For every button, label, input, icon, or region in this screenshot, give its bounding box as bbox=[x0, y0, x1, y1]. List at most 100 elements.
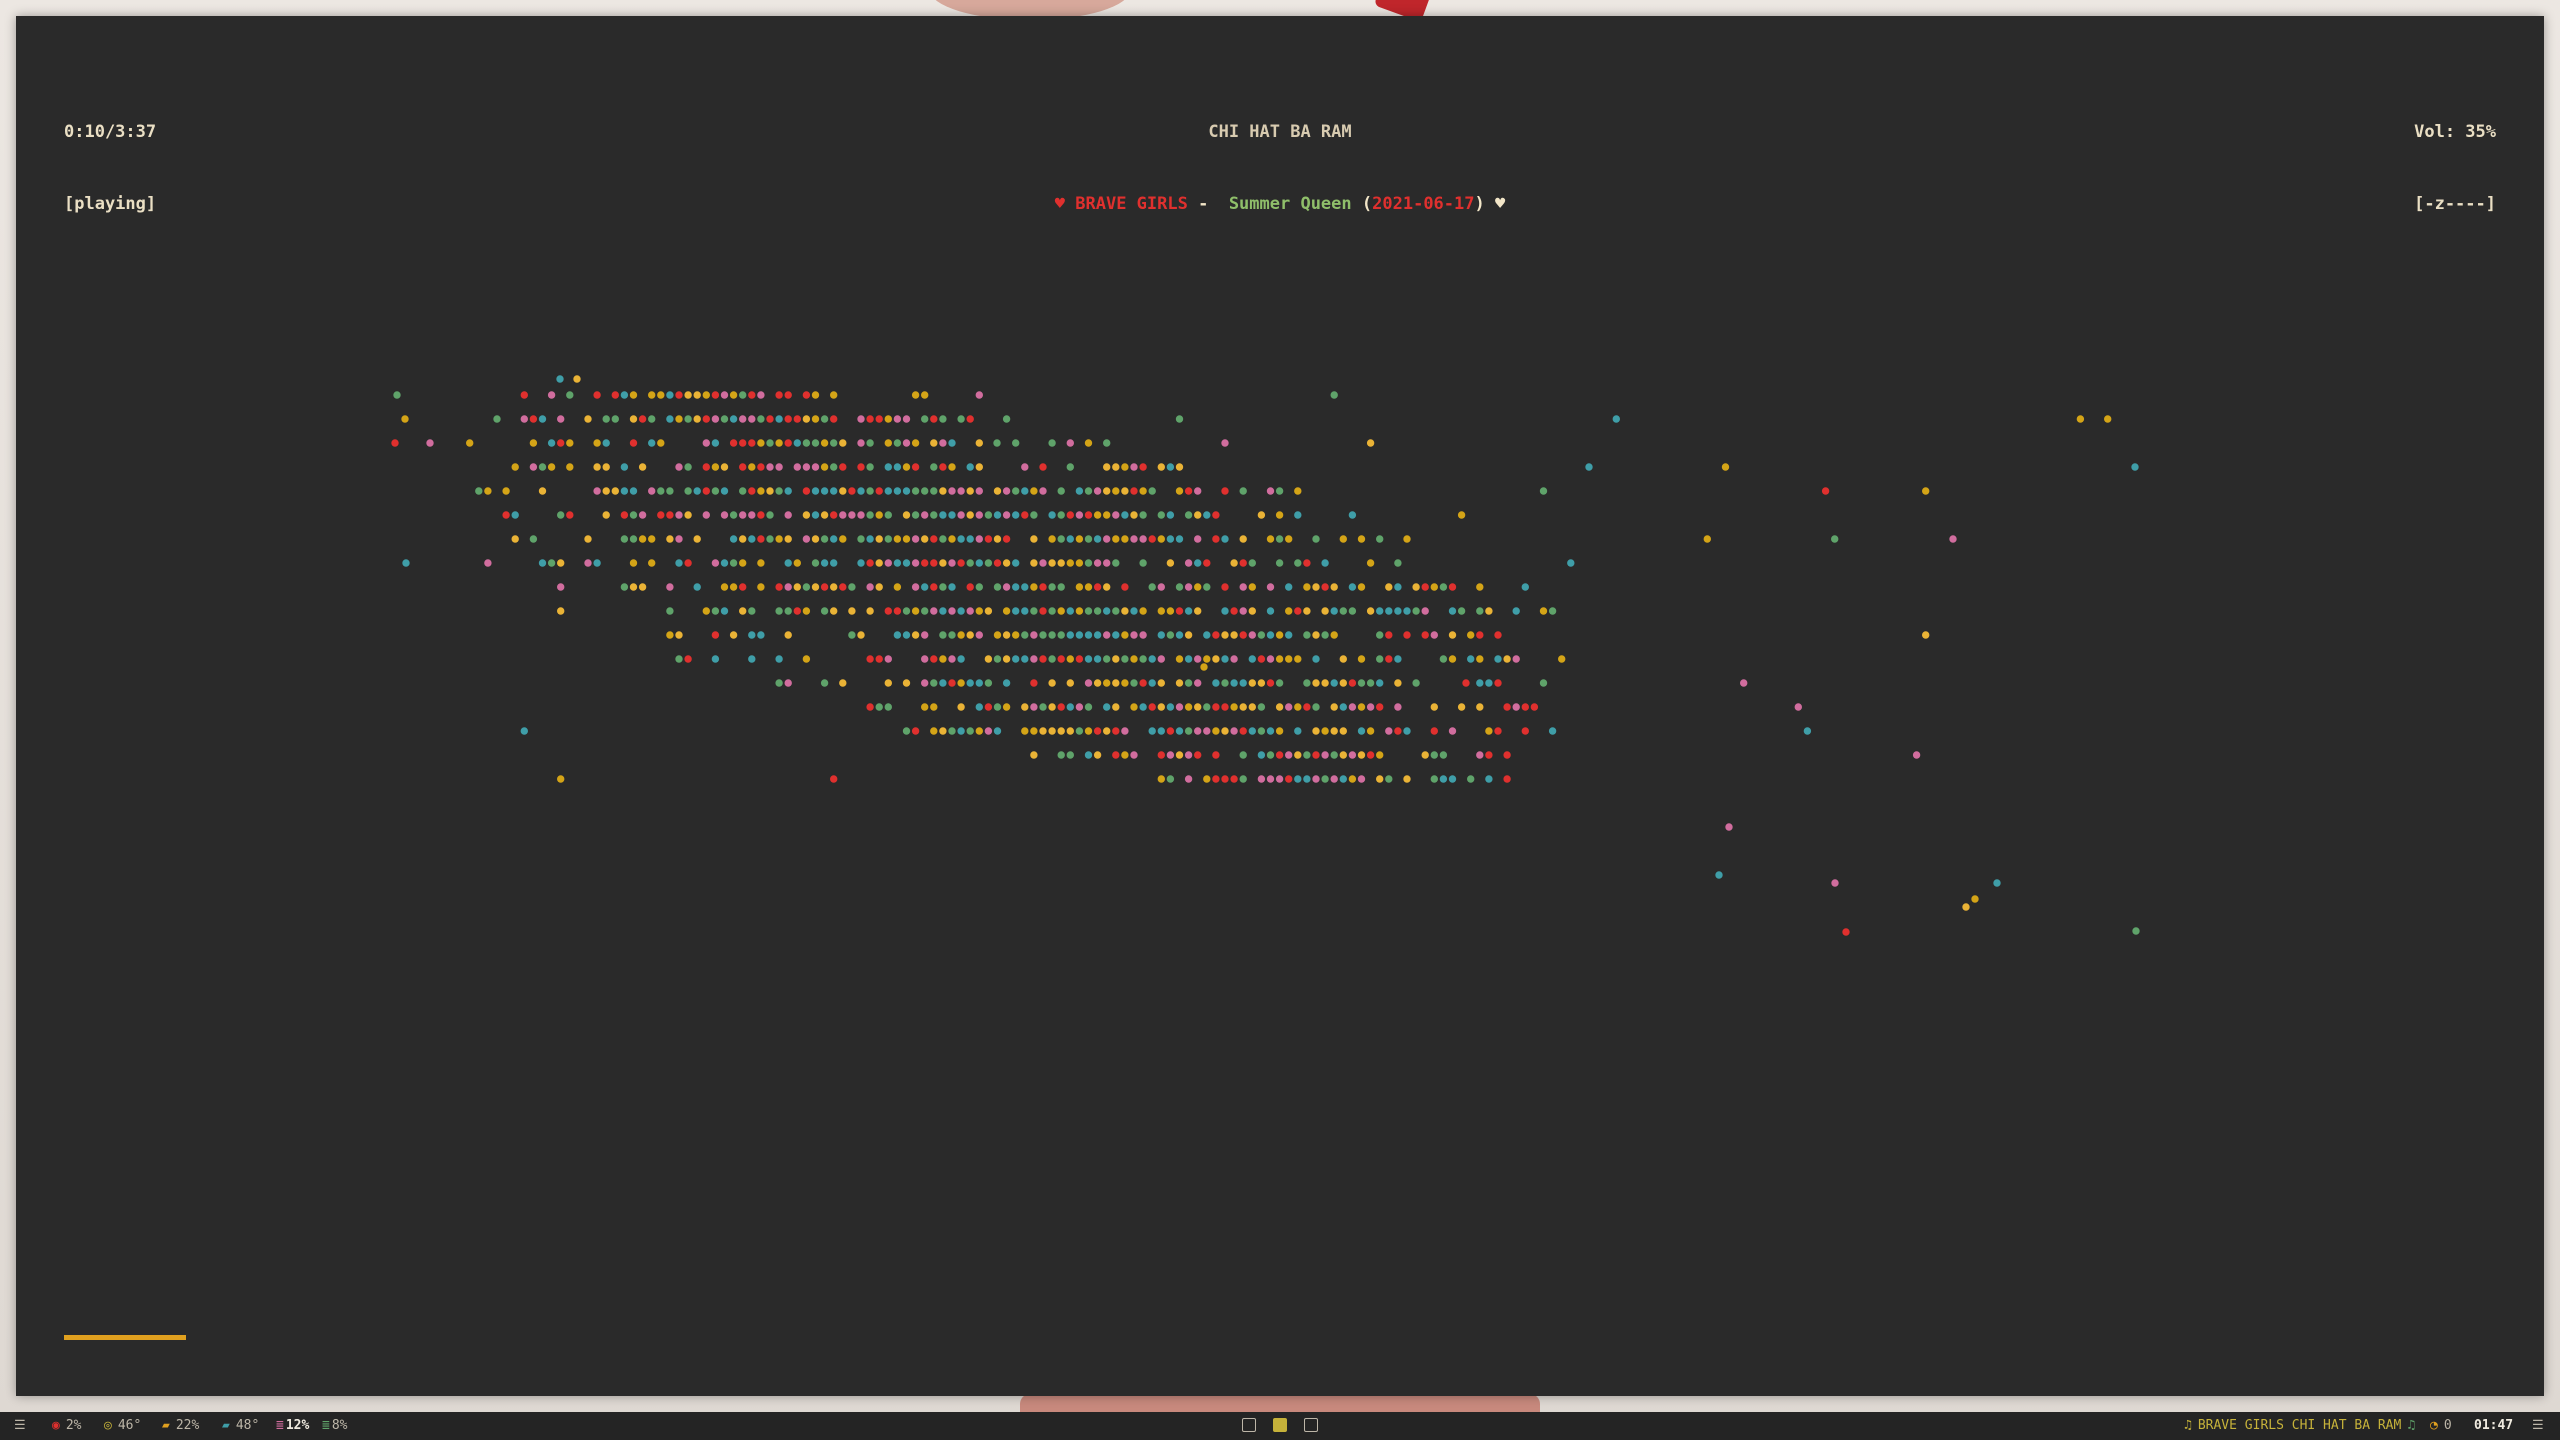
visualizer-dot bbox=[1321, 727, 1329, 735]
visualizer-dot bbox=[566, 511, 574, 519]
visualizer-dot bbox=[748, 655, 756, 663]
disk2-widget[interactable]: ≣ 8% bbox=[322, 1417, 347, 1435]
visualizer-dot bbox=[1740, 679, 1748, 687]
disk1-widget[interactable]: ≣ 12% bbox=[276, 1417, 309, 1435]
visualizer-dot bbox=[1294, 655, 1302, 663]
workspace-3[interactable] bbox=[1304, 1418, 1318, 1432]
visualizer-dot bbox=[948, 607, 956, 615]
visualizer-dot bbox=[1121, 463, 1129, 471]
visualizer-dot bbox=[657, 391, 665, 399]
visualizer-dot bbox=[948, 655, 956, 663]
visualizer-dot bbox=[1339, 727, 1348, 735]
visualizer-dot bbox=[1467, 775, 1475, 783]
visualizer-dot bbox=[1266, 751, 1275, 759]
visualizer-dot bbox=[1194, 487, 1202, 495]
visualizer-dot bbox=[1294, 703, 1302, 711]
progress-bar[interactable] bbox=[64, 1335, 2496, 1340]
visualizer-dot bbox=[1257, 775, 1266, 783]
visualizer-dot bbox=[1294, 607, 1302, 615]
menu-icon[interactable]: ☰ bbox=[14, 1417, 26, 1435]
visualizer-dot bbox=[975, 727, 983, 735]
menu-icon[interactable]: ☰ bbox=[2532, 1417, 2544, 1435]
visualizer-dot bbox=[1103, 679, 1111, 687]
visualizer-dot bbox=[857, 439, 865, 447]
visualizer-dot bbox=[1112, 679, 1120, 687]
visualizer-dot bbox=[784, 391, 792, 399]
visualizer-dot bbox=[1539, 487, 1548, 495]
music-visualizer-window[interactable]: 0:10/3:37 [playing] CHI HAT BA RAM ♥ BRA… bbox=[16, 16, 2544, 1396]
visualizer-dot bbox=[1075, 535, 1084, 543]
visualizer-dot bbox=[784, 559, 792, 567]
visualizer-dot bbox=[666, 511, 674, 519]
visualizer-dot bbox=[1166, 775, 1175, 783]
visualizer-dot bbox=[1194, 607, 1202, 615]
visualizer-dot bbox=[1303, 583, 1311, 591]
visualizer-dot bbox=[1148, 703, 1156, 711]
visualizer-dot bbox=[1200, 663, 1208, 671]
cpu-temp-widget[interactable]: ◎ 46° bbox=[104, 1417, 141, 1435]
now-playing-widget[interactable]: ♫ BRAVE GIRLS CHI HAT BA RAM ♫ bbox=[2184, 1417, 2415, 1435]
visualizer-dot bbox=[1312, 775, 1320, 783]
visualizer-dot bbox=[839, 583, 847, 591]
visualizer-dot bbox=[775, 679, 783, 687]
visualizer-dot bbox=[1112, 511, 1120, 519]
visualizer-dot bbox=[1821, 487, 1830, 495]
visualizer-dot bbox=[1394, 607, 1402, 615]
visualizer-dot bbox=[1184, 655, 1193, 663]
visualizer-dot bbox=[948, 463, 956, 471]
workspace-2[interactable] bbox=[1273, 1418, 1287, 1432]
visualizer-dot bbox=[1294, 511, 1302, 519]
visualizer-dot bbox=[811, 559, 820, 567]
workspace-1[interactable] bbox=[1242, 1418, 1256, 1432]
visualizer-dot bbox=[602, 463, 610, 471]
visualizer-dot bbox=[1203, 727, 1211, 735]
cpu-widget[interactable]: ◉ 2% bbox=[52, 1417, 81, 1435]
visualizer-dot bbox=[784, 511, 792, 519]
visualizer-dot bbox=[684, 487, 692, 495]
visualizer-dot bbox=[1184, 703, 1193, 711]
visualizer-dot bbox=[820, 607, 829, 615]
notification-count: 0 bbox=[2443, 1418, 2452, 1433]
visualizer-dot bbox=[556, 375, 564, 383]
visualizer-dot bbox=[1485, 607, 1493, 615]
visualizer-dot bbox=[1715, 871, 1723, 879]
visualizer-dot bbox=[629, 439, 638, 447]
visualizer-dot bbox=[793, 559, 801, 567]
visualizer-dot bbox=[1212, 679, 1220, 687]
visualizer-dot bbox=[593, 559, 601, 567]
visualizer-dot bbox=[1275, 775, 1284, 783]
visualizer-dot bbox=[1357, 583, 1366, 591]
visualizer-dot bbox=[511, 535, 519, 543]
visualizer-dot bbox=[1148, 679, 1156, 687]
visualizer-dot bbox=[1112, 631, 1120, 639]
visualizer-dot bbox=[602, 439, 610, 447]
music-icon: ♫ bbox=[2184, 1418, 2192, 1433]
visualizer-dot bbox=[702, 487, 710, 495]
visualizer-dot bbox=[1002, 415, 1011, 423]
visualizer-dot bbox=[830, 439, 838, 447]
visualizer-dot bbox=[866, 439, 874, 447]
notification-widget[interactable]: ◔ 0 bbox=[2430, 1417, 2452, 1435]
gpu-temp-widget[interactable]: ▰ 48° bbox=[222, 1417, 259, 1435]
visualizer-dot bbox=[1039, 631, 1047, 639]
visualizer-dot bbox=[1048, 655, 1056, 663]
visualizer-dot bbox=[1239, 679, 1247, 687]
visualizer-dot bbox=[1175, 751, 1184, 759]
visualizer-dot bbox=[857, 511, 865, 519]
visualizer-dot bbox=[757, 439, 765, 447]
visualizer-dot bbox=[1084, 439, 1093, 447]
visualizer-dot bbox=[1166, 559, 1175, 567]
visualizer-dot bbox=[1021, 703, 1029, 711]
visualizer-dot bbox=[1166, 631, 1175, 639]
visualizer-dot bbox=[638, 535, 647, 543]
visualizer-dot bbox=[984, 607, 993, 615]
visualizer-dot bbox=[957, 535, 965, 543]
ram-widget[interactable]: ▰ 22% bbox=[162, 1417, 199, 1435]
visualizer-dot bbox=[620, 535, 629, 543]
visualizer-dot bbox=[1321, 583, 1329, 591]
visualizer-dot bbox=[1130, 607, 1138, 615]
visualizer-dot bbox=[884, 415, 892, 423]
visualizer-dot bbox=[857, 463, 865, 471]
visualizer-dot bbox=[939, 559, 947, 567]
visualizer-dot bbox=[1357, 727, 1366, 735]
